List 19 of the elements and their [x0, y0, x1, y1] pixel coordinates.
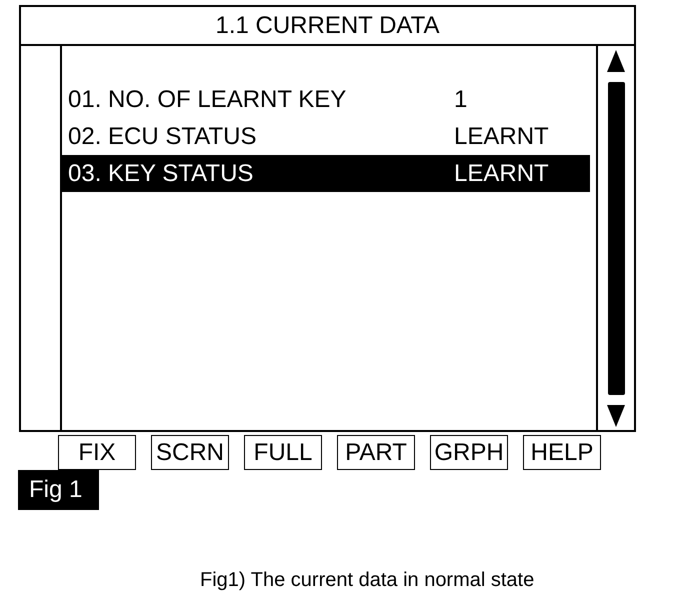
function-key-button[interactable]: PART — [337, 435, 415, 470]
function-key-button[interactable]: GRPH — [430, 435, 508, 470]
parameter-name: 02. ECU STATUS — [67, 122, 258, 150]
figure-caption: Fig1) The current data in normal state — [200, 569, 534, 591]
screen-title: 1.1 CURRENT DATA — [215, 12, 440, 40]
parameter-value: LEARNT — [454, 160, 550, 188]
function-key-button[interactable]: FIX — [58, 435, 136, 470]
function-key-button[interactable]: SCRN — [151, 435, 229, 470]
parameter-value: LEARNT — [454, 122, 550, 150]
data-row[interactable]: 03. KEY STATUS LEARNT — [62, 155, 590, 192]
function-key-button[interactable]: HELP — [523, 435, 601, 470]
parameter-name: 03. KEY STATUS — [67, 160, 254, 188]
scrollbar-thumb[interactable] — [608, 82, 624, 395]
scroll-down-arrow-icon[interactable] — [607, 405, 625, 427]
parameter-name: 01. NO. OF LEARNT KEY — [67, 86, 348, 114]
scroll-up-arrow-icon[interactable] — [607, 50, 625, 72]
function-key-button[interactable]: FULL — [244, 435, 322, 470]
parameter-value: 1 — [454, 86, 468, 114]
figure-label: Fig 1 — [18, 470, 99, 510]
